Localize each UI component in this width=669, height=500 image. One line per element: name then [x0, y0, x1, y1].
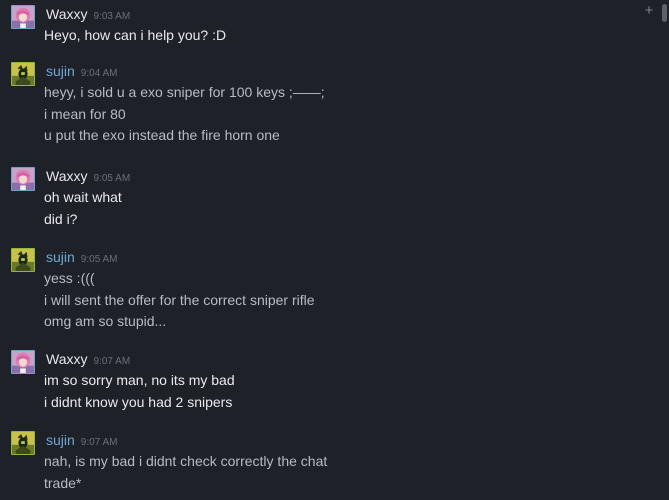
message-line: yess :(((: [44, 270, 95, 286]
timestamp: 9:07 AM: [80, 437, 118, 448]
avatar-sujin[interactable]: [11, 62, 35, 86]
scrollbar-thumb[interactable]: [662, 4, 667, 22]
message-line: i will sent the offer for the correct sn…: [44, 291, 315, 308]
message-line: Heyo, how can i help you? :D: [44, 27, 227, 43]
sujin-avatar-icon: [12, 249, 34, 271]
message-lines: yess :((( i will sent the offer for the …: [44, 268, 315, 333]
avatar-sujin[interactable]: [11, 248, 35, 272]
sujin-avatar-icon: [12, 63, 34, 85]
sender-name[interactable]: Waxxy: [46, 168, 87, 184]
message-lines: Heyo, how can i help you? :D: [44, 25, 226, 47]
sender-name[interactable]: Waxxy: [46, 6, 87, 22]
avatar-sujin[interactable]: [11, 431, 35, 455]
avatar-waxxy[interactable]: [11, 167, 35, 191]
message-lines: oh wait what did i?: [44, 187, 122, 230]
timestamp: 9:07 AM: [93, 356, 131, 367]
waxxy-avatar-icon: [12, 168, 34, 190]
timestamp: 9:05 AM: [80, 254, 118, 265]
sender-name[interactable]: sujin: [46, 432, 75, 448]
message-line: i mean for 80: [44, 105, 126, 122]
message-line: heyy, i sold u a exo sniper for 100 keys…: [44, 84, 325, 100]
sender-name[interactable]: sujin: [46, 249, 75, 265]
sender-name[interactable]: Waxxy: [46, 351, 87, 367]
message-header: sujin 9:05 AM: [46, 247, 118, 267]
message-line: oh wait what: [44, 189, 122, 205]
message-header: Waxxy 9:05 AM: [46, 166, 130, 186]
timestamp: 9:05 AM: [93, 173, 131, 184]
message-line: i didnt know you had 2 snipers: [44, 393, 233, 410]
avatar-waxxy[interactable]: [11, 5, 35, 29]
avatar-waxxy[interactable]: [11, 350, 35, 374]
message-header: Waxxy 9:07 AM: [46, 349, 130, 369]
message-line: im so sorry man, no its my bad: [44, 372, 235, 388]
plus-icon[interactable]: +: [641, 3, 657, 19]
message-lines: heyy, i sold u a exo sniper for 100 keys…: [44, 82, 325, 147]
timestamp: 9:03 AM: [93, 11, 131, 22]
sujin-avatar-icon: [12, 432, 34, 454]
message-line: did i?: [44, 210, 78, 227]
chat-log: Waxxy 9:03 AM Heyo, how can i help you? :…: [0, 0, 669, 500]
timestamp: 9:04 AM: [80, 68, 118, 79]
message-lines: nah, is my bad i didnt check correctly t…: [44, 451, 327, 494]
message-line: u put the exo instead the fire horn one: [44, 127, 280, 143]
sender-name[interactable]: sujin: [46, 63, 75, 79]
message-line: trade*: [44, 474, 82, 491]
waxxy-avatar-icon: [12, 351, 34, 373]
message-header: sujin 9:04 AM: [46, 61, 118, 81]
message-header: sujin 9:07 AM: [46, 430, 118, 450]
message-line: nah, is my bad i didnt check correctly t…: [44, 453, 328, 469]
message-header: Waxxy 9:03 AM: [46, 4, 130, 24]
message-line: omg am so stupid...: [44, 313, 167, 329]
waxxy-avatar-icon: [12, 6, 34, 28]
message-lines: im so sorry man, no its my bad i didnt k…: [44, 370, 235, 413]
